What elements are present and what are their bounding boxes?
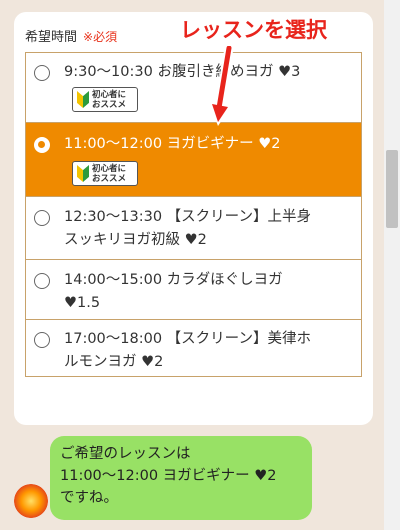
lesson-option-1100[interactable]: 11:00〜12:00 ヨガビギナー ♥2 初心者に おススメ [26, 123, 361, 197]
option-label-line2: ♥1.5 [64, 295, 101, 311]
option-label-line2: スッキリヨガ初級 ♥2 [64, 232, 207, 248]
time-selection-card: 希望時間 ※必須 9:30〜10:30 お腹引き締めヨガ ♥3 初心者に おススメ… [14, 12, 373, 425]
field-label-text: 希望時間 [25, 30, 78, 45]
avatar [14, 484, 48, 518]
radio-button[interactable] [34, 273, 50, 289]
lesson-option-0930[interactable]: 9:30〜10:30 お腹引き締めヨガ ♥3 初心者に おススメ [26, 53, 361, 123]
radio-button[interactable] [34, 210, 50, 226]
radio-button[interactable] [34, 332, 50, 348]
chat-form-page: 希望時間 ※必須 9:30〜10:30 お腹引き締めヨガ ♥3 初心者に おススメ… [0, 0, 400, 530]
beginner-mark-icon [77, 91, 89, 108]
badge-text: 初心者に おススメ [92, 163, 127, 184]
radio-button-selected[interactable] [34, 137, 50, 153]
scrollbar-track[interactable] [384, 0, 400, 530]
lesson-option-1700[interactable]: 17:00〜18:00 【スクリーン】美律ホ ルモンヨガ ♥2 [26, 320, 361, 376]
badge-text: 初心者に おススメ [92, 89, 127, 110]
chat-line2: 11:00〜12:00 ヨガビギナー ♥2 [60, 468, 277, 484]
beginner-badge: 初心者に おススメ [72, 87, 138, 112]
chat-message: ご希望のレッスンは 11:00〜12:00 ヨガビギナー ♥2 ですね。 [60, 443, 308, 509]
lesson-options: 9:30〜10:30 お腹引き締めヨガ ♥3 初心者に おススメ 11:00〜1… [25, 52, 362, 377]
option-label: 14:00〜15:00 カラダほぐしヨガ ♥1.5 [64, 269, 354, 315]
field-label: 希望時間 ※必須 [25, 26, 117, 45]
chat-bubble: ご希望のレッスンは 11:00〜12:00 ヨガビギナー ♥2 ですね。 [50, 436, 312, 520]
radio-button[interactable] [34, 65, 50, 81]
option-label-line2: ルモンヨガ ♥2 [64, 354, 164, 370]
option-label-line1: 12:30〜13:30 【スクリーン】上半身 [64, 209, 311, 225]
beginner-mark-icon [77, 165, 89, 182]
option-label-line1: 14:00〜15:00 カラダほぐしヨガ [64, 272, 283, 288]
lesson-option-1230[interactable]: 12:30〜13:30 【スクリーン】上半身 スッキリヨガ初級 ♥2 [26, 197, 361, 260]
option-label: 12:30〜13:30 【スクリーン】上半身 スッキリヨガ初級 ♥2 [64, 206, 354, 252]
beginner-badge: 初心者に おススメ [72, 161, 138, 186]
required-mark: ※必須 [83, 30, 118, 44]
annotation-callout: レッスンを選択 [180, 18, 327, 42]
option-label: 17:00〜18:00 【スクリーン】美律ホ ルモンヨガ ♥2 [64, 328, 354, 374]
chat-line1: ご希望のレッスンは [60, 446, 191, 462]
option-label: 11:00〜12:00 ヨガビギナー ♥2 [64, 136, 281, 152]
lesson-option-1400[interactable]: 14:00〜15:00 カラダほぐしヨガ ♥1.5 [26, 260, 361, 320]
chat-line3: ですね。 [60, 490, 118, 506]
scrollbar-thumb[interactable] [386, 150, 398, 228]
annotation-arrow-icon [209, 46, 234, 126]
option-label-line1: 17:00〜18:00 【スクリーン】美律ホ [64, 331, 311, 347]
